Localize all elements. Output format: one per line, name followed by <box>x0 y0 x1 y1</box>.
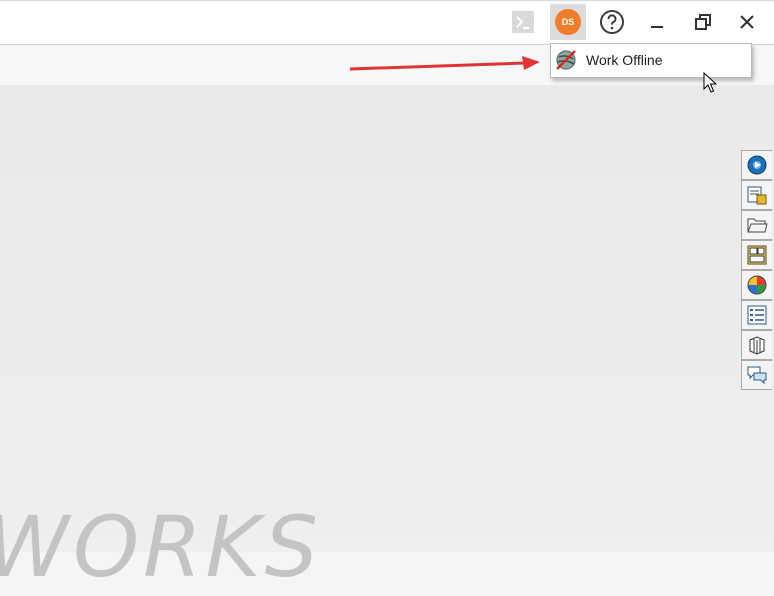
view-palette-icon <box>747 245 767 265</box>
task-pane-tab-appearances[interactable] <box>741 270 772 300</box>
minimize-button[interactable] <box>640 6 674 38</box>
resources-icon <box>747 155 767 175</box>
help-icon <box>600 10 624 34</box>
work-offline-icon <box>556 50 576 70</box>
background-logo: WORKS <box>0 498 322 596</box>
custom-properties-icon <box>747 305 767 325</box>
graphics-area[interactable] <box>0 85 774 552</box>
avatar: DS <box>555 9 581 35</box>
task-pane-tab-view-palette[interactable] <box>741 240 772 270</box>
task-pane-tab-file-explorer[interactable] <box>741 210 772 240</box>
minimize-icon <box>651 26 663 28</box>
task-pane-tab-design-library[interactable] <box>741 180 772 210</box>
file-explorer-icon <box>747 218 768 233</box>
design-library-icon <box>747 186 767 205</box>
close-icon <box>740 15 754 29</box>
appearances-icon <box>747 275 767 295</box>
restore-button[interactable] <box>686 6 720 38</box>
title-bar: DS <box>0 0 774 45</box>
title-bar-top-border <box>0 0 774 1</box>
work-offline-label: Work Offline <box>586 52 663 68</box>
mouse-cursor <box>703 72 717 93</box>
task-pane-tab-forum[interactable] <box>741 360 772 390</box>
forum-icon <box>747 366 767 385</box>
user-account-button[interactable]: DS <box>550 4 586 40</box>
task-pane-tab-custom-properties[interactable] <box>741 300 772 330</box>
restore-icon <box>695 14 711 30</box>
annotation-arrow <box>349 56 540 71</box>
command-prompt-button[interactable] <box>506 6 540 38</box>
task-pane-tabs <box>741 150 774 390</box>
task-pane-tab-3d-content[interactable] <box>741 330 772 360</box>
account-dropdown-menu: Work Offline <box>550 43 752 78</box>
command-prompt-icon <box>512 11 534 33</box>
help-button[interactable] <box>595 6 629 38</box>
close-button[interactable] <box>730 6 764 38</box>
3d-content-icon <box>749 336 765 355</box>
task-pane-tab-resources[interactable] <box>741 150 772 180</box>
work-offline-menu-item[interactable]: Work Offline <box>554 46 747 74</box>
